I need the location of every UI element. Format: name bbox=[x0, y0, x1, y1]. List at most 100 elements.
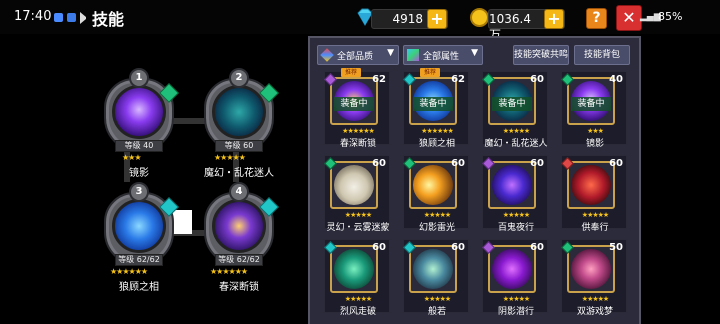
skill-card[interactable]: 60 ★★★★★ 幻影雷光 bbox=[403, 155, 469, 233]
slot-stars: ★★★★★★ bbox=[110, 267, 148, 276]
slot-level: 等级 40 bbox=[115, 140, 163, 152]
skill-bag-button[interactable]: 技能背包 bbox=[574, 45, 630, 65]
skill-level: 62 bbox=[451, 74, 465, 85]
skill-card[interactable]: 60 ★★★★★ 烈风走破 bbox=[324, 239, 390, 317]
skill-stars: ★★★★★ bbox=[423, 211, 451, 219]
equipped-slot-2[interactable]: 2 等级 60 ★★★★★ 魔幻・乱花迷人 bbox=[200, 68, 279, 179]
skill-icon-frame: 装备中 bbox=[567, 77, 615, 125]
back-arrow-icon[interactable] bbox=[80, 12, 90, 24]
skill-level: 60 bbox=[372, 158, 386, 169]
skill-icon-frame bbox=[567, 161, 615, 209]
attribute-filter-dropdown[interactable]: 全部属性 ▼ bbox=[403, 45, 483, 65]
skill-level: 60 bbox=[530, 158, 544, 169]
skill-icon-frame bbox=[409, 245, 457, 293]
skill-name: 双游戏梦 bbox=[576, 307, 613, 317]
skill-resonance-button[interactable]: 技能突破共鸣 bbox=[513, 45, 569, 65]
slot-level: 等级 62/62 bbox=[115, 254, 163, 266]
skill-card[interactable]: 60 ★★★★★ 灵幻・云雾迷蒙 bbox=[324, 155, 390, 233]
skill-name: 阴影潜行 bbox=[497, 307, 534, 317]
add-diamond-button[interactable]: + bbox=[427, 9, 447, 29]
skill-card[interactable]: 60 ★★★★★ 百鬼夜行 bbox=[482, 155, 548, 233]
slot-number: 4 bbox=[229, 182, 249, 202]
skill-stars: ★★★★★ bbox=[502, 295, 530, 303]
help-button[interactable]: ? bbox=[586, 8, 607, 29]
skill-card[interactable]: 60 ★★★★★ 般若 bbox=[403, 239, 469, 317]
slot-level: 等级 62/62 bbox=[215, 254, 263, 266]
equipped-slot-3[interactable]: 3 等级 62/62 ★★★★★★ 狼顾之相 bbox=[100, 182, 179, 293]
skill-level: 60 bbox=[609, 158, 623, 169]
skill-icon-frame bbox=[488, 245, 536, 293]
slot-number: 3 bbox=[129, 182, 149, 202]
skill-name: 烈风走破 bbox=[339, 307, 376, 317]
equipped-badge: 装备中 bbox=[571, 97, 611, 111]
quality-filter-dropdown[interactable]: 全部品质 ▼ bbox=[317, 45, 399, 65]
skill-icon-frame: 装备中 bbox=[330, 77, 378, 125]
skill-card[interactable]: 装备中 60 ★★★★★ 魔幻・乱花迷人 bbox=[482, 71, 548, 149]
slot-number: 2 bbox=[229, 68, 249, 88]
equipped-badge: 装备中 bbox=[334, 97, 374, 111]
skill-card[interactable]: 装备中 40 ★★★ 镜影 bbox=[561, 71, 627, 149]
skill-level: 62 bbox=[372, 74, 386, 85]
wolf-gaze-skill-icon bbox=[112, 199, 166, 253]
app-icon bbox=[67, 13, 76, 22]
skill-card[interactable]: 60 ★★★★★ 阴影潜行 bbox=[482, 239, 548, 317]
skill-stars: ★★★★★ bbox=[581, 295, 609, 303]
slot-stars: ★★★★★★ bbox=[210, 267, 248, 276]
phantom-thunder-skill-icon bbox=[413, 165, 453, 205]
mirror-shadow-skill-icon bbox=[112, 85, 166, 139]
battery-level: 85% bbox=[658, 10, 683, 23]
notification-icon bbox=[54, 13, 63, 22]
cloud-mist-skill-icon bbox=[334, 165, 374, 205]
skill-stars: ★★★★★ bbox=[344, 211, 372, 219]
skill-stars: ★★★★★ bbox=[502, 127, 530, 135]
hundred-ghosts-skill-icon bbox=[492, 165, 532, 205]
prajna-skill-icon bbox=[413, 249, 453, 289]
skill-icon-frame: 装备中 bbox=[409, 77, 457, 125]
skill-inventory-panel: 全部品质 ▼ 全部属性 ▼ 技能突破共鸣 技能背包 装备中 62 推荐 ★★★★★★ 春… bbox=[308, 36, 641, 324]
fierce-wind-skill-icon bbox=[334, 249, 374, 289]
skill-name: 狼顾之相 bbox=[418, 139, 455, 149]
slot-skill-name: 春深断锁 bbox=[219, 282, 259, 293]
skill-level: 60 bbox=[451, 158, 465, 169]
slot-level: 等级 60 bbox=[215, 140, 263, 152]
clock: 17:40 bbox=[14, 9, 52, 24]
skill-icon-frame bbox=[330, 161, 378, 209]
skill-stars: ★★★★★ bbox=[344, 295, 372, 303]
attribute-icon bbox=[407, 49, 419, 61]
skill-grid: 装备中 62 推荐 ★★★★★★ 春深断锁 装备中 62 推荐 ★★★★★★ 狼顾之相 装备中 60 ★… bbox=[324, 68, 634, 321]
equipped-badge: 装备中 bbox=[413, 97, 453, 111]
skill-level: 60 bbox=[530, 242, 544, 253]
slot-stars: ★★★★★ bbox=[214, 153, 246, 162]
diamond-amount: 4918 bbox=[392, 12, 423, 26]
skill-name: 魔幻・乱花迷人 bbox=[484, 139, 548, 149]
equipped-badge: 装备中 bbox=[492, 97, 532, 111]
diamond-counter: 4918 + bbox=[371, 9, 448, 29]
skill-card[interactable]: 50 ★★★★★ 双游戏梦 bbox=[561, 239, 627, 317]
slot-stars: ★★★ bbox=[122, 153, 141, 162]
skill-stars: ★★★★★ bbox=[423, 295, 451, 303]
skill-level: 60 bbox=[451, 242, 465, 253]
skill-card[interactable]: 60 ★★★★★ 供奉行 bbox=[561, 155, 627, 233]
quality-icon bbox=[320, 48, 334, 62]
skill-card[interactable]: 装备中 62 推荐 ★★★★★★ 狼顾之相 bbox=[403, 68, 469, 149]
skill-name: 灵幻・云雾迷蒙 bbox=[326, 223, 390, 233]
page-title: 技能 bbox=[92, 10, 125, 29]
skill-card[interactable]: 装备中 62 推荐 ★★★★★★ 春深断锁 bbox=[324, 68, 390, 149]
skill-stars: ★★★ bbox=[587, 127, 604, 135]
slot-skill-name: 魔幻・乱花迷人 bbox=[204, 168, 274, 179]
offering-skill-icon bbox=[571, 165, 611, 205]
slot-number: 1 bbox=[129, 68, 149, 88]
close-button[interactable]: ✕ bbox=[616, 5, 642, 31]
equipped-slot-4[interactable]: 4 等级 62/62 ★★★★★★ 春深断锁 bbox=[200, 182, 279, 293]
skill-level: 60 bbox=[530, 74, 544, 85]
add-coin-button[interactable]: + bbox=[544, 9, 564, 29]
skill-name: 供奉行 bbox=[581, 223, 609, 233]
skill-icon-frame bbox=[409, 161, 457, 209]
skill-stars: ★★★★★ bbox=[502, 211, 530, 219]
attribute-filter-label: 全部属性 bbox=[423, 52, 460, 62]
equipped-slot-1[interactable]: 1 等级 40 ★★★ 镜影 bbox=[100, 68, 179, 179]
quality-filter-label: 全部品质 bbox=[337, 52, 374, 62]
chevron-down-icon: ▼ bbox=[471, 48, 478, 58]
skill-name: 般若 bbox=[427, 307, 446, 317]
skill-level: 50 bbox=[609, 242, 623, 253]
